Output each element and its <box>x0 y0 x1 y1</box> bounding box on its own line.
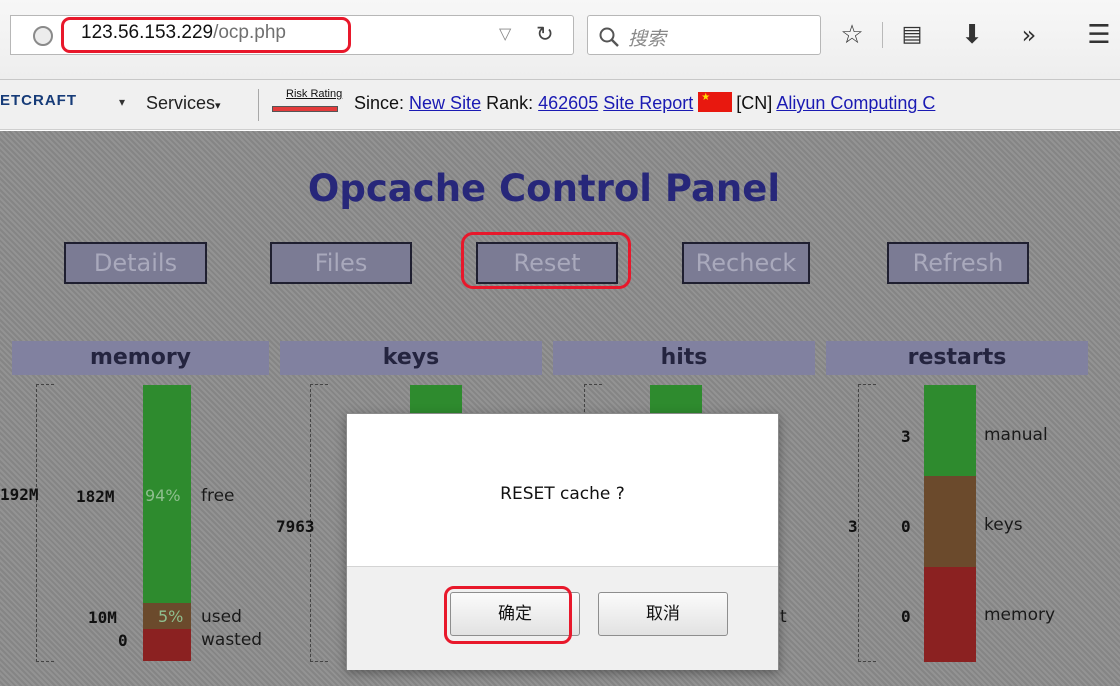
overflow-chevron-icon[interactable]: » <box>1012 18 1046 52</box>
url-annotation-highlight <box>61 17 351 53</box>
keys-total: 7963 <box>276 517 315 536</box>
services-label: Services <box>146 93 216 113</box>
memory-wasted-value: 0 <box>118 631 128 650</box>
files-button[interactable]: Files <box>270 242 412 284</box>
rank-label: Rank: <box>486 93 534 113</box>
restarts-total: 3 <box>848 517 858 536</box>
memory-total: 192M <box>0 485 39 504</box>
memory-wasted-label: wasted <box>201 630 263 650</box>
since-link[interactable]: New Site <box>409 93 481 113</box>
dialog-message: RESET cache ? <box>500 484 625 504</box>
refresh-button[interactable]: Refresh <box>887 242 1029 284</box>
memory-panel-header: memory <box>12 341 269 375</box>
risk-rating-bar <box>272 106 338 112</box>
netcraft-dropdown-icon[interactable]: ▾ <box>119 95 125 109</box>
memory-wasted-bar <box>143 629 191 661</box>
keys-panel-header: keys <box>280 341 542 375</box>
menu-icon[interactable]: ☰ <box>1082 18 1116 52</box>
restarts-manual-label: manual <box>984 425 1048 445</box>
recheck-button[interactable]: Recheck <box>682 242 810 284</box>
restarts-keys-label: keys <box>984 515 1023 535</box>
restarts-total-bracket <box>858 384 876 662</box>
page-title: Opcache Control Panel <box>307 167 781 210</box>
address-bar[interactable]: 123.56.153.229/ocp.php ▽ ↻ <box>10 15 574 55</box>
memory-total-bracket <box>36 384 54 662</box>
restarts-memory-bar <box>924 567 976 662</box>
details-button[interactable]: Details <box>64 242 207 284</box>
netcraft-logo[interactable]: ETCRAFT <box>0 86 77 109</box>
search-icon <box>599 27 619 47</box>
restarts-manual-value: 3 <box>901 427 911 446</box>
browser-toolbar: 123.56.153.229/ocp.php ▽ ↻ 搜索 ☆ ▤ ⬇ » ☰ <box>0 0 1120 80</box>
site-report-link[interactable]: Site Report <box>603 93 693 113</box>
memory-used-value: 10M <box>88 608 117 627</box>
reading-list-icon[interactable]: ▤ <box>895 18 929 52</box>
reset-annotation-highlight <box>461 232 631 289</box>
memory-free-pct: 94% <box>145 486 181 505</box>
hosting-link[interactable]: Aliyun Computing C <box>776 93 935 113</box>
restarts-panel-header: restarts <box>826 341 1088 375</box>
history-dropdown-icon[interactable]: ▽ <box>499 24 511 43</box>
bookmark-star-icon[interactable]: ☆ <box>835 18 869 52</box>
country-code: [CN] <box>736 93 773 113</box>
hits-panel-header: hits <box>553 341 815 375</box>
memory-free-label: free <box>201 486 235 506</box>
hits-partial-label: t <box>780 607 787 627</box>
restarts-memory-label: memory <box>984 605 1056 625</box>
risk-rating-label: Risk Rating <box>286 88 343 100</box>
restarts-manual-bar <box>924 385 976 476</box>
cancel-button[interactable]: 取消 <box>598 592 728 636</box>
toolbar-divider <box>258 89 259 121</box>
restarts-keys-bar <box>924 476 976 567</box>
since-label: Since: <box>354 93 405 113</box>
rank-link[interactable]: 462605 <box>538 93 598 113</box>
reload-icon[interactable]: ↻ <box>536 22 554 46</box>
site-identity-icon[interactable] <box>33 26 53 46</box>
search-input[interactable]: 搜索 <box>587 15 821 55</box>
restarts-keys-value: 0 <box>901 517 911 536</box>
services-dropdown-icon: ▾ <box>215 100 221 112</box>
netcraft-toolbar: ETCRAFT ▾ Services▾ Risk Rating Since: N… <box>0 80 1120 130</box>
memory-used-label: used <box>201 607 242 627</box>
ok-annotation-highlight <box>444 586 572 644</box>
risk-rating-meter[interactable]: Risk Rating <box>272 88 342 120</box>
services-menu[interactable]: Services▾ <box>146 93 221 114</box>
memory-free-value: 182M <box>76 487 115 506</box>
restarts-memory-value: 0 <box>901 607 911 626</box>
site-info: Since: New Site Rank: 462605 Site Report… <box>354 92 935 114</box>
memory-used-pct: 5% <box>158 607 184 626</box>
toolbar-divider <box>882 22 883 48</box>
china-flag-icon <box>698 92 733 112</box>
download-icon[interactable]: ⬇ <box>955 18 989 52</box>
search-placeholder: 搜索 <box>628 29 667 50</box>
